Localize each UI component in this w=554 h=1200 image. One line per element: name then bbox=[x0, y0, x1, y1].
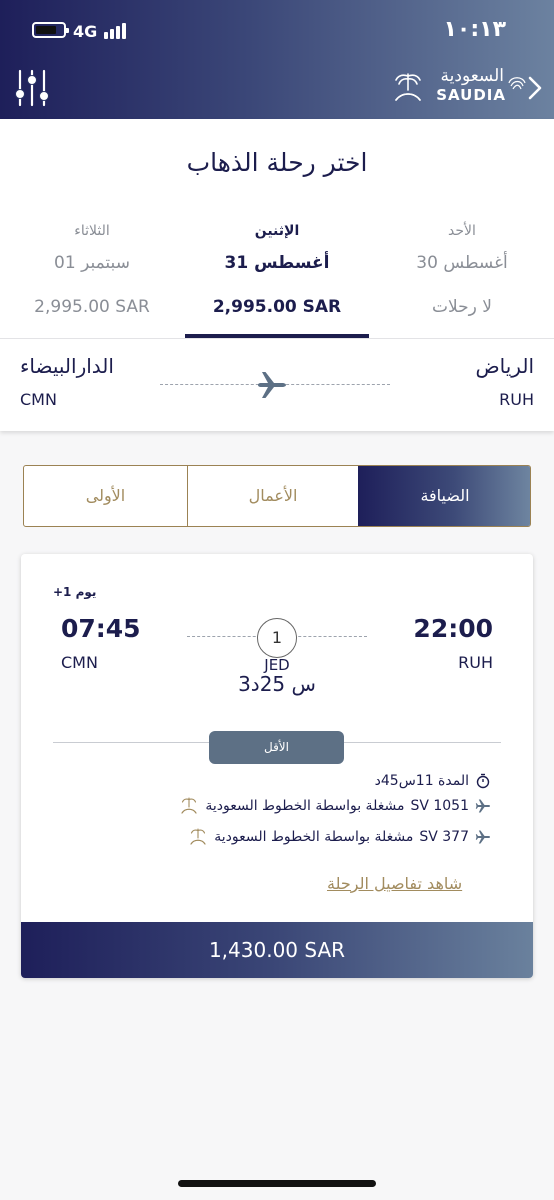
destination-code: CMN bbox=[20, 390, 57, 409]
departure-code: RUH bbox=[458, 653, 493, 672]
airplane-icon bbox=[258, 372, 286, 398]
total-duration: المدة 11س45د bbox=[374, 773, 469, 789]
flight-search-summary: اختر رحلة الذهاب الثلاثاء 01 سبتمبر 2,99… bbox=[0, 119, 554, 431]
date-day: الثلاثاء bbox=[74, 223, 110, 239]
status-bar: 4G ١٠:١٣ bbox=[0, 14, 554, 46]
chevron-right-icon[interactable] bbox=[526, 74, 544, 102]
flight-number: SV 377 bbox=[419, 829, 469, 845]
segment-row: SV 377 مشغلة بواسطة الخطوط السعودية bbox=[188, 826, 491, 848]
date-value: 01 سبتمبر bbox=[54, 253, 130, 273]
date-price: 2,995.00 SAR bbox=[212, 297, 342, 317]
tab-guest-class[interactable]: الضيافة bbox=[358, 466, 530, 526]
plane-icon bbox=[475, 799, 490, 813]
saudia-emblem-icon bbox=[181, 797, 197, 814]
network-label: 4G bbox=[73, 22, 98, 41]
arrival-time: 07:45 bbox=[61, 614, 141, 643]
stopwatch-icon bbox=[476, 773, 490, 789]
operator-label: مشغلة بواسطة الخطوط السعودية bbox=[205, 798, 405, 814]
segment-row: SV 1051 مشغلة بواسطة الخطوط السعودية bbox=[179, 795, 491, 817]
origin-city: الرياض bbox=[475, 354, 534, 378]
page-title: اختر رحلة الذهاب bbox=[186, 148, 368, 177]
date-price: 2,995.00 SAR bbox=[34, 297, 150, 317]
tab-first-class[interactable]: الأولى bbox=[24, 466, 188, 526]
palm-swords-icon bbox=[395, 73, 421, 101]
cabin-selector: الأولى الأعمال الضيافة bbox=[23, 465, 531, 527]
next-day-indicator: +1 يوم bbox=[53, 585, 97, 599]
date-option-sunday[interactable]: الأحد 30 أغسطس لا رحلات bbox=[370, 223, 554, 317]
stops-count: 1 bbox=[257, 618, 297, 658]
logo-english: SAUDIA bbox=[436, 86, 506, 104]
origin-code: RUH bbox=[499, 390, 534, 409]
sliders-icon[interactable] bbox=[14, 68, 50, 108]
layover-duration: 3س 25د bbox=[238, 672, 316, 696]
battery-icon bbox=[32, 22, 69, 38]
logo-arabic: السعودية bbox=[440, 66, 504, 86]
date-option-tuesday[interactable]: الثلاثاء 01 سبتمبر 2,995.00 SAR bbox=[0, 223, 184, 317]
saudia-emblem-icon bbox=[190, 828, 206, 845]
flight-number: SV 1051 bbox=[410, 798, 469, 814]
date-price: لا رحلات bbox=[432, 297, 492, 317]
date-day: الإثنين bbox=[254, 223, 300, 239]
tab-business-class[interactable]: الأعمال bbox=[188, 466, 358, 526]
date-option-monday[interactable]: الإثنين 31 أغسطس 2,995.00 SAR bbox=[185, 223, 369, 317]
saudia-logo: السعودية SAUDIA bbox=[392, 66, 526, 108]
app-header: 4G ١٠:١٣ السعودية SAUDIA bbox=[0, 0, 554, 119]
duration-row: المدة 11س45د bbox=[375, 770, 491, 792]
view-flight-details-link[interactable]: شاهد تفاصيل الرحلة bbox=[327, 874, 462, 893]
divider bbox=[0, 338, 554, 339]
plane-icon bbox=[475, 830, 490, 844]
select-fare-button[interactable]: 1,430.00 SAR bbox=[21, 922, 533, 978]
destination-city: الدارالبيضاء bbox=[20, 354, 114, 378]
date-value: 30 أغسطس bbox=[416, 253, 508, 273]
date-day: الأحد bbox=[448, 223, 476, 239]
operator-label: مشغلة بواسطة الخطوط السعودية bbox=[214, 829, 414, 845]
signal-icon bbox=[104, 23, 130, 39]
flight-result-card[interactable]: +1 يوم 07:45 CMN 22:00 RUH 1 JED 3س 25د … bbox=[21, 554, 533, 978]
home-indicator bbox=[178, 1180, 376, 1187]
lowest-price-badge: الأقل bbox=[209, 731, 344, 764]
arrival-code: CMN bbox=[61, 653, 98, 672]
clock: ١٠:١٣ bbox=[443, 17, 506, 42]
date-value: 31 أغسطس bbox=[224, 253, 330, 273]
departure-time: 22:00 bbox=[413, 614, 493, 643]
swirl-icon bbox=[508, 77, 526, 90]
